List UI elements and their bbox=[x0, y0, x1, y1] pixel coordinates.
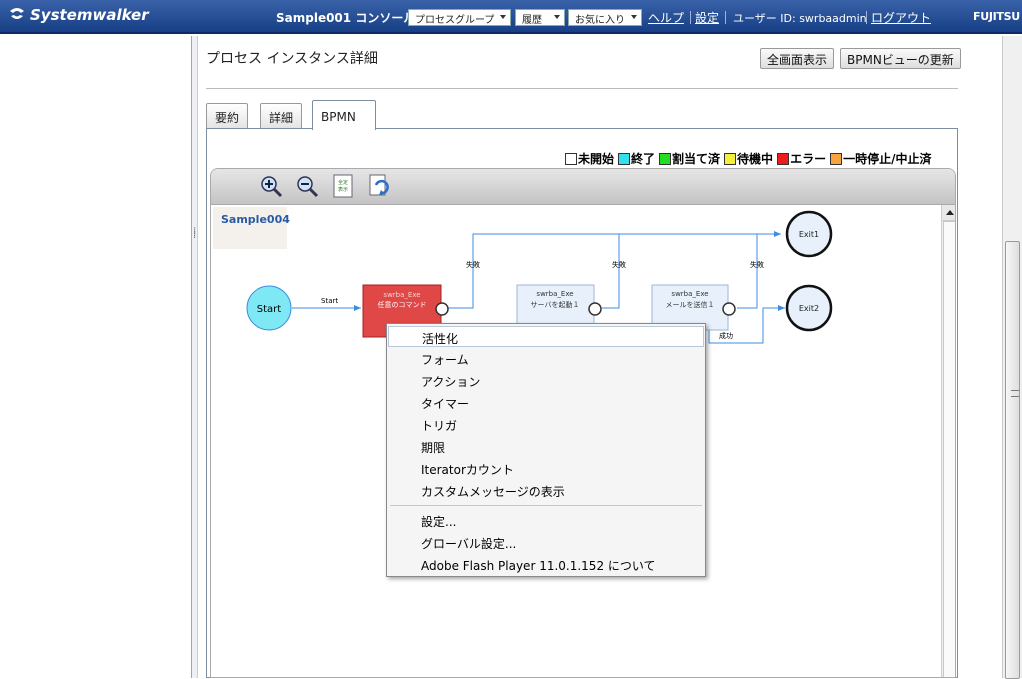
menu-item-iterator-count[interactable]: Iteratorカウント bbox=[388, 458, 704, 479]
legend-swatch bbox=[830, 153, 843, 165]
export-icon[interactable] bbox=[367, 174, 391, 198]
scroll-up-icon[interactable] bbox=[942, 205, 955, 221]
exit2-label: Exit2 bbox=[799, 304, 819, 313]
history-menu[interactable]: 履歴 bbox=[515, 9, 565, 26]
legend-label: 未開始 bbox=[578, 152, 615, 166]
favorites-menu-label: お気に入り bbox=[575, 15, 625, 26]
settings-link[interactable]: 設定 bbox=[695, 9, 719, 26]
menu-item-form[interactable]: フォーム bbox=[388, 348, 704, 369]
fail-label: 失敗 bbox=[750, 260, 764, 269]
document-icon[interactable]: 全定 表示 bbox=[331, 174, 355, 198]
console-title: Sample001 コンソール bbox=[276, 11, 416, 25]
fail-label: 失敗 bbox=[612, 260, 626, 269]
menu-divider bbox=[390, 505, 702, 506]
zoom-in-icon[interactable] bbox=[259, 174, 283, 198]
menu-item-settings[interactable]: 設定... bbox=[388, 510, 704, 531]
brand-name: Systemwalker bbox=[30, 6, 149, 24]
menu-item-global-settings[interactable]: グローバル設定... bbox=[388, 532, 704, 553]
status-legend: 未開始 終了 割当て済 待機中 エラー 一時停止/中止済 bbox=[565, 150, 935, 167]
legend-suspended: 一時停止/中止済 bbox=[830, 152, 931, 166]
menu-item-about-flash[interactable]: Adobe Flash Player 11.0.1.152 について bbox=[388, 554, 704, 575]
task-2-type: swrba_Exe bbox=[536, 290, 573, 298]
systemwalker-logo: Systemwalker bbox=[8, 6, 149, 24]
menu-item-trigger[interactable]: トリガ bbox=[388, 414, 704, 435]
left-pane bbox=[0, 36, 192, 678]
zoom-out-icon[interactable] bbox=[295, 174, 319, 198]
tab-details[interactable]: 詳細 bbox=[260, 103, 303, 128]
legend-label: エラー bbox=[790, 152, 827, 166]
tab-bpmn[interactable]: BPMN bbox=[312, 100, 376, 130]
legend-swatch bbox=[777, 153, 790, 165]
tab-summary[interactable]: 要約 bbox=[206, 103, 249, 128]
fullscreen-button[interactable]: 全画面表示 bbox=[760, 48, 835, 69]
chevron-down-icon bbox=[631, 15, 637, 19]
refresh-bpmn-button[interactable]: BPMNビューの更新 bbox=[840, 48, 961, 69]
chevron-down-icon bbox=[500, 15, 506, 19]
top-bar: Systemwalker Sample001 コンソール プロセスグループ 履歴… bbox=[0, 0, 1022, 34]
legend-finished: 終了 bbox=[618, 152, 655, 166]
history-menu-label: 履歴 bbox=[522, 15, 542, 26]
fail-label: 失敗 bbox=[466, 260, 480, 269]
fujitsu-logo: FUJITSU bbox=[973, 10, 1020, 23]
legend-label: 一時停止/中止済 bbox=[843, 152, 932, 166]
document-icon-text: 表示 bbox=[338, 186, 348, 193]
page-title: プロセス インスタンス詳細 bbox=[206, 51, 378, 67]
start-event-label: Start bbox=[257, 304, 282, 315]
scrollbar-grip-icon bbox=[1011, 390, 1019, 397]
task-1-boundary-event[interactable] bbox=[435, 302, 449, 316]
flow-task1-exit1 bbox=[447, 231, 781, 309]
task-1-type: swrba_Exe bbox=[383, 291, 420, 299]
flow-task3-exit1 bbox=[737, 234, 758, 309]
favorites-menu[interactable]: お気に入り bbox=[568, 9, 642, 26]
splitter-grip-icon[interactable]: ⁞ ⁞ bbox=[193, 227, 197, 241]
menu-item-timer[interactable]: タイマー bbox=[388, 392, 704, 413]
legend-label: 割当て済 bbox=[672, 152, 721, 166]
legend-swatch bbox=[618, 153, 631, 165]
process-group-menu[interactable]: プロセスグループ bbox=[408, 9, 511, 26]
systemwalker-logo-icon bbox=[10, 8, 24, 19]
task-3-name: メールを送信１ bbox=[666, 300, 715, 309]
process-group-menu-label: プロセスグループ bbox=[415, 15, 495, 26]
task-2-name: サーバを起動１ bbox=[531, 300, 580, 309]
legend-waiting: 待機中 bbox=[724, 152, 773, 166]
process-name-tag: Sample004 bbox=[213, 207, 290, 249]
success-label: 成功 bbox=[719, 331, 733, 340]
menu-item-custom-message[interactable]: カスタムメッセージの表示 bbox=[388, 480, 704, 501]
legend-label: 待機中 bbox=[737, 152, 774, 166]
flow-task2-exit1 bbox=[602, 234, 620, 309]
legend-not-started: 未開始 bbox=[565, 152, 614, 166]
menu-item-activate[interactable]: 活性化 bbox=[388, 326, 704, 347]
window-scrollbar-thumb[interactable] bbox=[1005, 241, 1020, 679]
header-divider bbox=[690, 11, 691, 24]
menu-item-deadline[interactable]: 期限 bbox=[388, 436, 704, 457]
header-divider bbox=[866, 11, 867, 24]
header-divider bbox=[725, 11, 726, 24]
logout-link[interactable]: ログアウト bbox=[871, 9, 931, 26]
task-2-boundary-event[interactable] bbox=[588, 302, 602, 316]
legend-swatch bbox=[659, 153, 672, 165]
task-3-type: swrba_Exe bbox=[671, 290, 708, 298]
legend-swatch bbox=[724, 153, 737, 165]
window-vertical-scrollbar[interactable] bbox=[1002, 36, 1022, 679]
menu-item-action[interactable]: アクション bbox=[388, 370, 704, 391]
legend-label: 終了 bbox=[631, 152, 656, 166]
task-3-boundary-event[interactable] bbox=[722, 302, 736, 316]
start-flow-label: Start bbox=[321, 297, 338, 305]
scrollbar-thumb[interactable] bbox=[943, 221, 955, 677]
help-link[interactable]: ヘルプ bbox=[648, 9, 684, 26]
legend-error: エラー bbox=[777, 152, 826, 166]
viewer-vertical-scrollbar[interactable] bbox=[941, 205, 955, 677]
legend-assigned: 割当て済 bbox=[659, 152, 720, 166]
legend-swatch bbox=[565, 153, 577, 165]
title-divider bbox=[206, 88, 958, 89]
context-menu: 活性化 フォーム アクション タイマー トリガ 期限 Iteratorカウント … bbox=[386, 323, 706, 577]
user-id-label: ユーザー ID: swrbaadmin bbox=[733, 12, 867, 25]
task-1-name: 任意のコマンド bbox=[378, 300, 427, 309]
viewer-toolbar: 全定 表示 bbox=[211, 169, 955, 205]
document-icon-text: 全定 bbox=[338, 179, 348, 186]
chevron-down-icon bbox=[554, 15, 560, 19]
exit1-label: Exit1 bbox=[799, 230, 819, 239]
